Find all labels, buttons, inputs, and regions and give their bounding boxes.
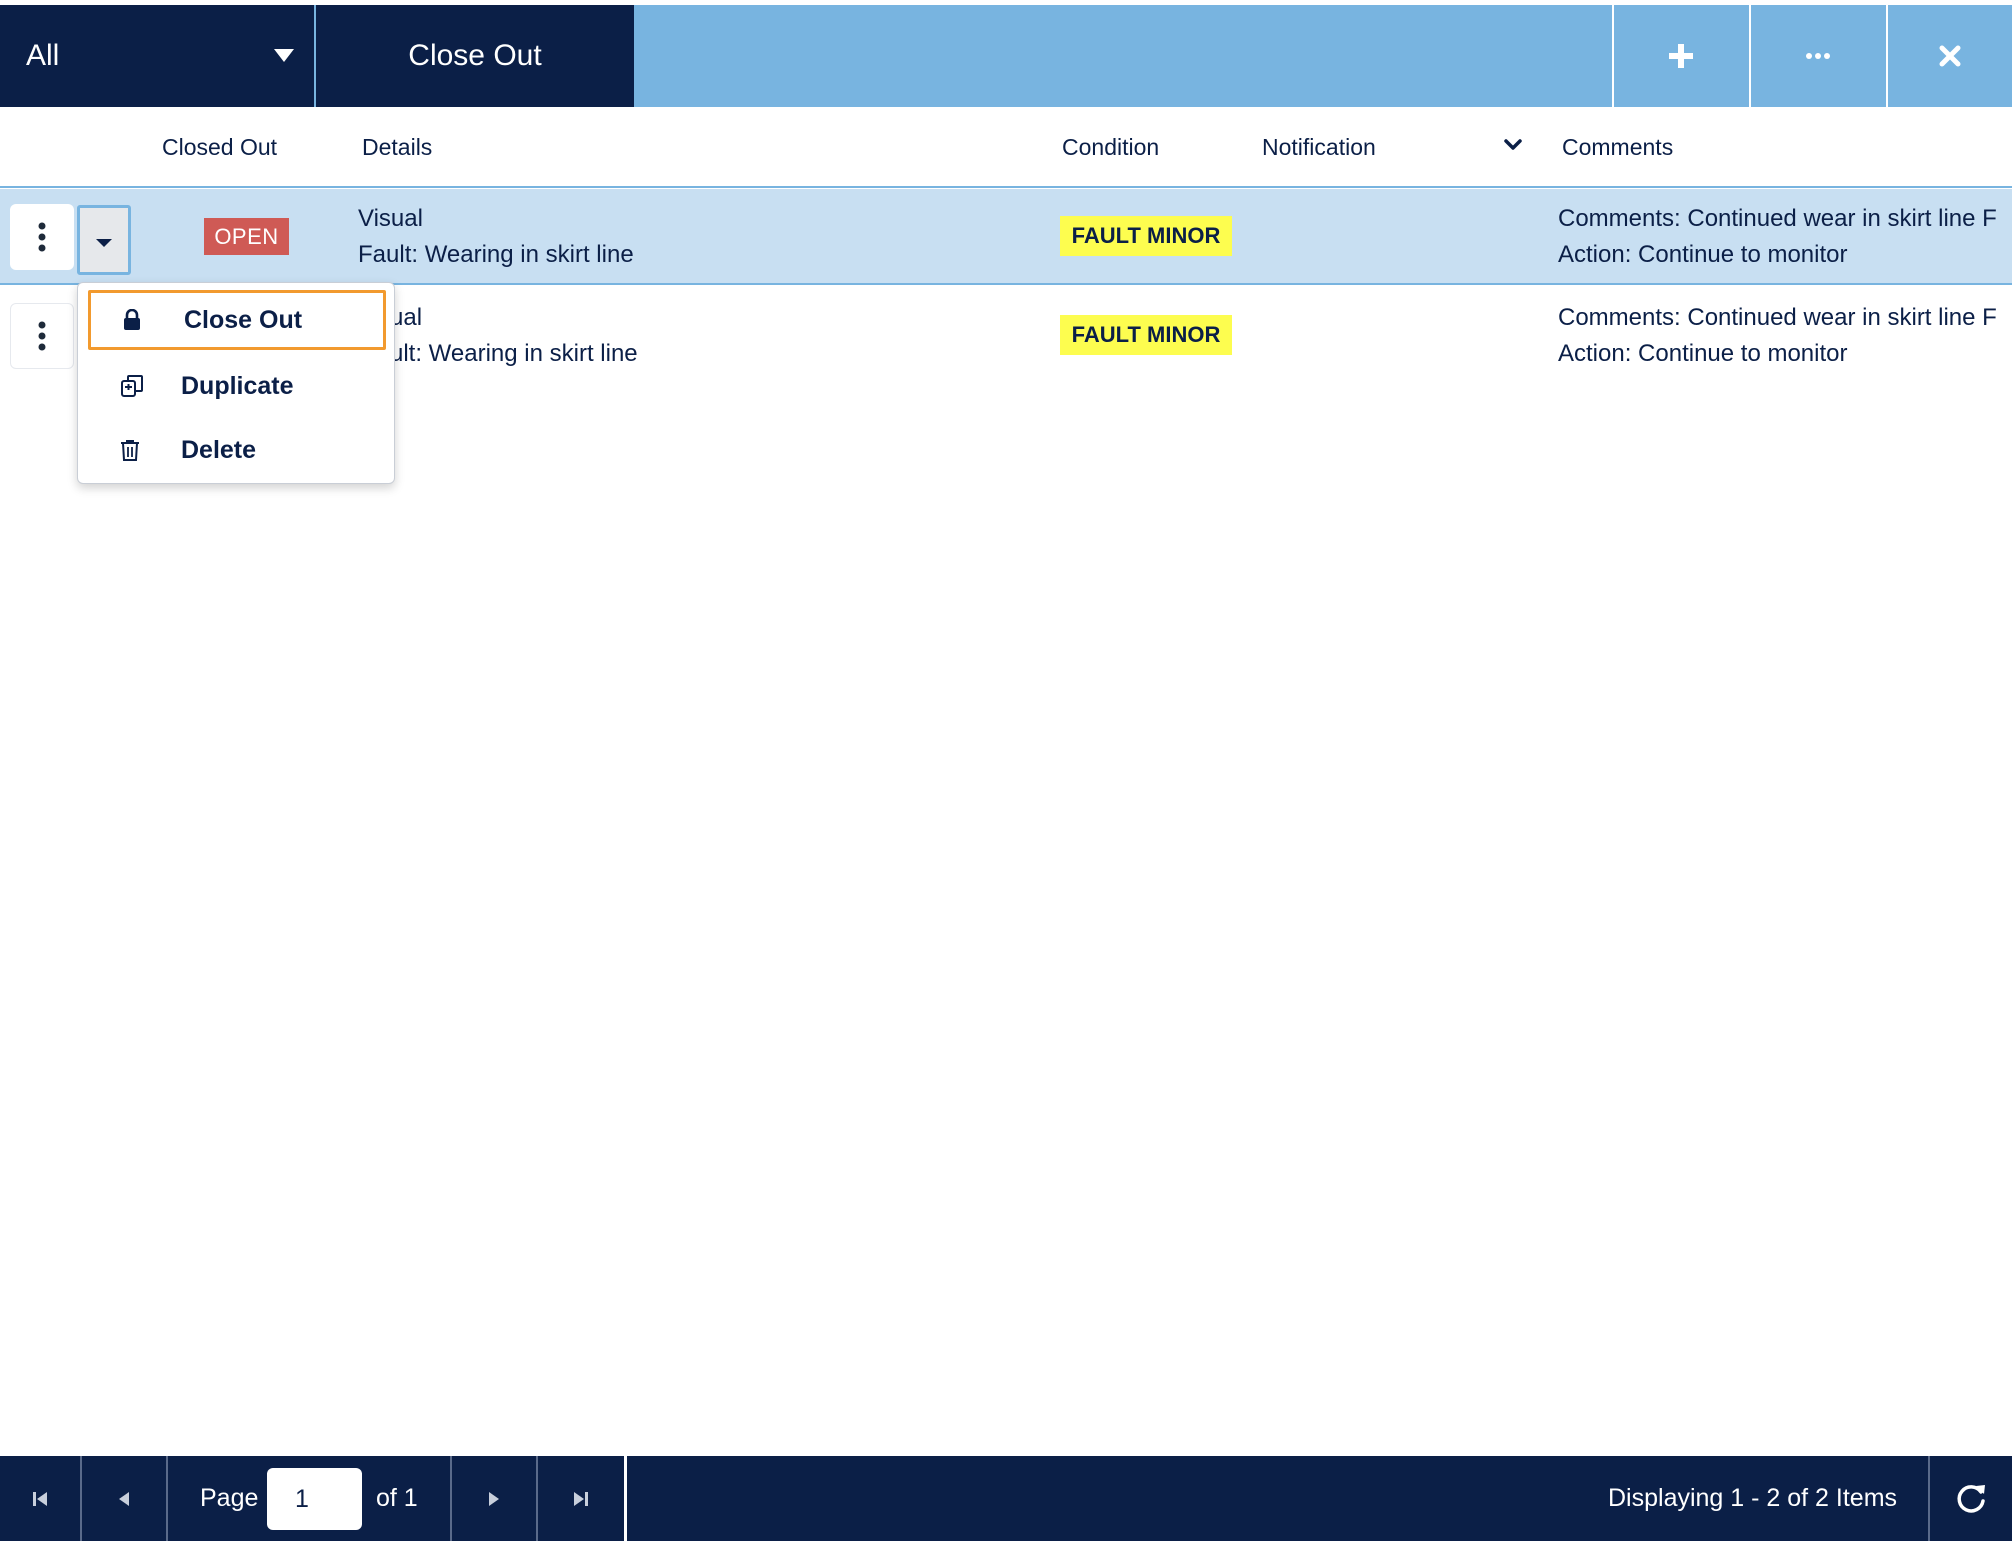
column-header-closed-out[interactable]: Closed Out: [162, 107, 277, 188]
row-context-menu: Close Out Duplicate Delete: [77, 282, 395, 484]
menu-item-label: Close Out: [184, 305, 303, 334]
details-line2: Fault: Wearing in skirt line: [358, 241, 634, 268]
kebab-menu-icon: [38, 321, 46, 351]
page-number-input[interactable]: [267, 1468, 362, 1530]
chevron-down-icon[interactable]: [1503, 135, 1523, 155]
pager-divider: [166, 1456, 168, 1541]
first-page-icon: [33, 1491, 47, 1506]
caret-down-icon: [274, 49, 294, 62]
page-label: Page: [200, 1484, 259, 1512]
close-button[interactable]: [1886, 5, 2012, 107]
menu-item-delete[interactable]: Delete: [88, 420, 386, 480]
row-actions-button[interactable]: [10, 204, 74, 270]
display-count-text: Displaying 1 - 2 of 2 Items: [1608, 1484, 1898, 1512]
column-header-comments[interactable]: Comments: [1562, 107, 1673, 188]
more-options-button[interactable]: [1749, 5, 1884, 107]
row-dropdown-button[interactable]: [77, 205, 131, 275]
row-actions-button[interactable]: [10, 303, 74, 369]
close-out-button[interactable]: Close Out: [316, 5, 634, 107]
next-page-button[interactable]: [452, 1456, 536, 1541]
pager: Page of 1 Displaying 1 - 2 of 2 Items: [0, 1456, 2012, 1541]
status-badge: OPEN: [204, 218, 289, 255]
table-header: Closed Out Details Condition Notificatio…: [0, 107, 2012, 188]
details-line2: ult: Wearing in skirt line: [390, 340, 638, 367]
menu-item-label: Delete: [181, 435, 257, 464]
menu-item-duplicate[interactable]: Duplicate: [88, 356, 386, 416]
page-count-label: of 1: [376, 1484, 418, 1512]
comments-line2: Action: Continue to monitor: [1558, 241, 1848, 268]
refresh-button[interactable]: [1930, 1456, 2012, 1541]
last-page-button[interactable]: [538, 1456, 624, 1541]
next-page-icon: [489, 1491, 499, 1506]
grid-app: All Close Out Closed Out Details Conditi…: [0, 0, 2012, 1541]
table-row[interactable]: OPEN Visual Fault: Wearing in skirt line…: [0, 189, 2012, 285]
first-page-button[interactable]: [0, 1456, 80, 1541]
filter-select-value: All: [26, 39, 60, 72]
toolbar: All Close Out: [0, 5, 2012, 107]
last-page-icon: [574, 1491, 588, 1506]
plus-icon: [1668, 44, 1693, 68]
close-out-button-label: Close Out: [408, 39, 542, 72]
comments-line2: Action: Continue to monitor: [1558, 340, 1848, 367]
ellipsis-icon: [1805, 53, 1830, 59]
previous-page-icon: [119, 1491, 129, 1506]
comments-line1: Comments: Continued wear in skirt line F: [1558, 205, 1997, 232]
refresh-icon: [1957, 1484, 1985, 1513]
menu-item-close-out[interactable]: Close Out: [88, 290, 386, 350]
comments-line1: Comments: Continued wear in skirt line F: [1558, 304, 1997, 331]
condition-badge: FAULT MINOR: [1060, 315, 1232, 355]
details-line1: Visual: [358, 205, 423, 232]
trash-icon: [121, 440, 139, 461]
column-header-notification[interactable]: Notification: [1262, 107, 1376, 188]
add-button[interactable]: [1612, 5, 1747, 107]
filter-select[interactable]: All: [0, 5, 314, 107]
kebab-menu-icon: [38, 222, 46, 252]
column-header-details[interactable]: Details: [362, 107, 432, 188]
lock-icon: [124, 309, 140, 330]
condition-badge: FAULT MINOR: [1060, 216, 1232, 256]
menu-item-label: Duplicate: [181, 371, 294, 400]
column-header-condition[interactable]: Condition: [1062, 107, 1159, 188]
caret-down-icon: [96, 239, 112, 247]
previous-page-button[interactable]: [82, 1456, 166, 1541]
duplicate-icon: [121, 375, 143, 397]
pager-divider: [624, 1456, 627, 1541]
close-icon: [1939, 45, 1961, 67]
